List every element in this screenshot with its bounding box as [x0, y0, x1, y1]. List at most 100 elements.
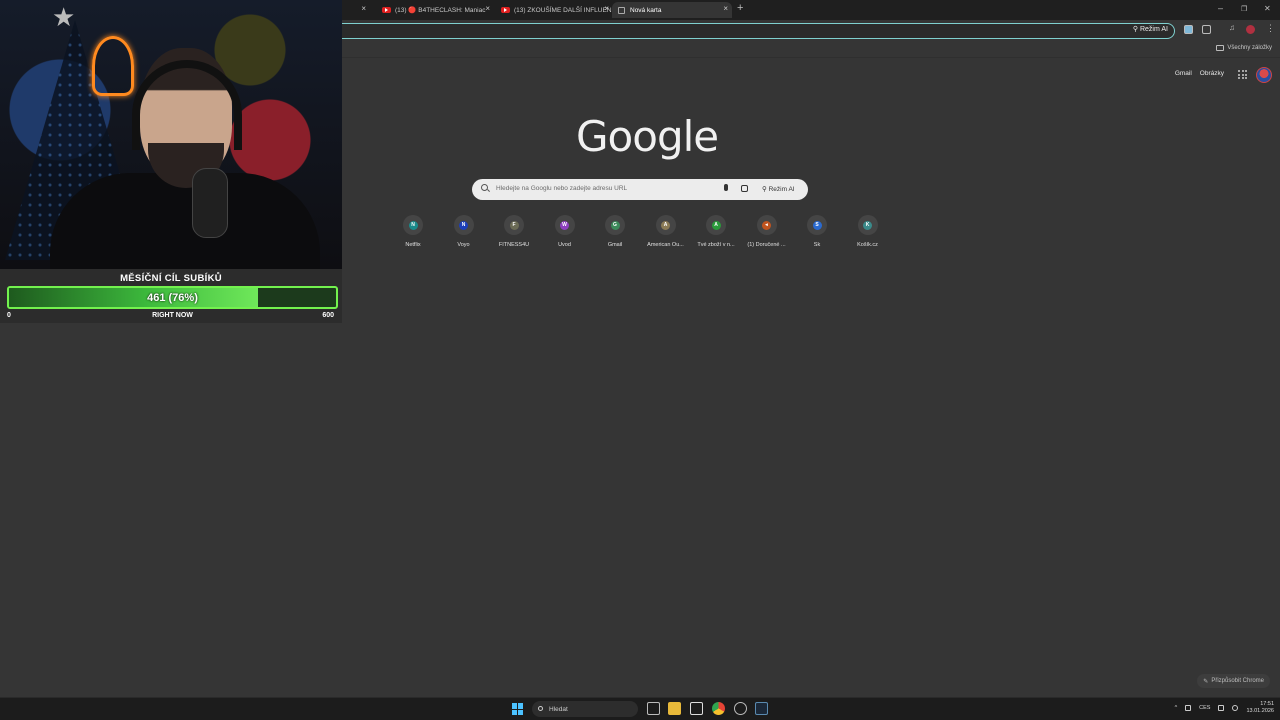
shortcut-label: Tvé zboží v n... [697, 242, 735, 248]
microphone-tray-icon[interactable] [1185, 705, 1192, 711]
shortcut-letter-icon: G [610, 220, 620, 230]
steam-icon[interactable] [755, 702, 768, 715]
taskbar-search[interactable]: Hledat [532, 701, 638, 717]
profile-avatar-icon[interactable] [1246, 25, 1255, 34]
new-tab-page-icon [618, 6, 625, 14]
close-icon[interactable]: × [723, 4, 728, 13]
folder-icon [1216, 45, 1225, 51]
shortcut-favicon: N [403, 215, 423, 235]
shortcut-tiles: N Netflix N Voyo F FITNESS4U W Úvod G Gmail A Ameri… [388, 215, 892, 255]
task-view-icon[interactable] [647, 702, 660, 715]
windows-start-icon[interactable] [512, 703, 524, 715]
shortcut-favicon: A [655, 215, 676, 235]
shortcut-letter-icon: ◂ [762, 220, 771, 230]
close-icon[interactable]: × [361, 4, 366, 13]
google-account-avatar[interactable] [1256, 67, 1272, 83]
address-bar[interactable]: ⚲ Režim AI [330, 23, 1175, 39]
extension-icon[interactable] [1184, 25, 1193, 34]
volume-icon[interactable] [1232, 705, 1239, 711]
shortcut-label: FITNESS4U [498, 242, 530, 248]
shortcut-letter-icon: N [408, 220, 418, 230]
shortcut-favicon: N [453, 215, 474, 235]
shortcut-label: Košík.cz [857, 242, 878, 248]
shortcut-tile[interactable]: K Košík.cz [843, 215, 893, 248]
goal-progress-bar: 461 (76%) [7, 286, 338, 309]
star-decoration-icon: ★ [52, 2, 76, 32]
clock-date: 13.01.2026 [1246, 708, 1274, 714]
gmail-link[interactable]: Gmail [1175, 70, 1192, 77]
shortcut-letter-icon: K [863, 220, 872, 230]
shortcut-favicon: K [857, 215, 878, 235]
close-window-button[interactable]: ✕ [1264, 4, 1271, 13]
shortcut-tile[interactable]: N Voyo [439, 215, 489, 248]
tab-new-tab[interactable]: Nová karta × [612, 2, 732, 18]
shortcut-favicon: S [807, 215, 827, 235]
shortcut-tile[interactable]: F FITNESS4U [489, 215, 539, 248]
shortcut-favicon: W [554, 215, 575, 235]
tab-title: (13) 🔴 B4THECLASH: Maniac [395, 7, 486, 14]
windows-taskbar: Hledat ^ CES 17:51 13.01.2026 [0, 697, 1280, 720]
shortcut-letter-icon: A [661, 220, 670, 230]
tray-overflow-icon[interactable]: ^ [1175, 705, 1178, 711]
clock[interactable]: 17:51 13.01.2026 [1246, 701, 1274, 715]
shortcut-favicon: ◂ [756, 215, 777, 235]
store-icon[interactable] [690, 702, 703, 715]
tab-partial[interactable]: × [344, 2, 370, 18]
close-icon[interactable]: × [485, 4, 490, 13]
close-icon[interactable]: × [604, 4, 609, 13]
ai-mode-label: Režim AI [1139, 25, 1168, 33]
shortcut-letter-icon: A [711, 220, 721, 230]
chrome-icon[interactable] [712, 702, 725, 715]
goal-max-label: 600 [322, 312, 334, 319]
tab-youtube-2[interactable]: (13) ZKOUŠÍME DALŠÍ INFLUEN × [495, 2, 613, 18]
microphone-icon[interactable] [724, 184, 728, 191]
google-lens-icon[interactable] [741, 185, 748, 192]
shortcut-tile[interactable]: A American Ou... [641, 215, 691, 248]
new-tab-button[interactable]: + [737, 2, 743, 14]
ai-mode-label: Režim AI [768, 186, 795, 193]
shortcut-tile[interactable]: A Tvé zboží v n... [691, 215, 741, 248]
maximize-button[interactable]: ❐ [1241, 5, 1247, 13]
settings-gear-icon[interactable] [734, 702, 747, 715]
all-bookmarks-label: Všechny záložky [1227, 45, 1272, 51]
google-apps-icon[interactable] [1238, 70, 1247, 79]
images-link[interactable]: Obrázky [1200, 70, 1224, 77]
shortcut-tile[interactable]: S Sk [792, 215, 842, 248]
tab-title: (13) ZKOUŠÍME DALŠÍ INFLUEN [514, 6, 612, 14]
media-controls-icon[interactable]: ♫ [1229, 23, 1238, 32]
streamer-image [40, 48, 320, 269]
extensions-puzzle-icon[interactable] [1202, 25, 1211, 34]
shortcut-label: Gmail [607, 242, 623, 248]
language-indicator[interactable]: CES [1199, 705, 1210, 711]
youtube-icon [382, 7, 391, 13]
shortcut-label: Voyo [457, 242, 470, 248]
shortcut-letter-icon: N [459, 220, 468, 230]
shortcut-label: American Ou... [647, 242, 684, 248]
minimize-button[interactable]: – [1218, 3, 1223, 13]
network-icon[interactable] [1218, 705, 1225, 711]
ai-mode-button[interactable]: ⚲ Režim AI [762, 185, 795, 193]
omnibox-ai-mode-button[interactable]: ⚲ Režim AI [1132, 25, 1168, 34]
shortcut-tile[interactable]: G Gmail [590, 215, 640, 248]
shortcut-favicon: A [706, 215, 726, 235]
goal-title: MĚSÍČNÍ CÍL SUBÍKŮ [120, 273, 222, 284]
shortcut-letter-icon: W [560, 220, 569, 230]
search-sparkle-icon: ⚲ [1132, 26, 1138, 33]
file-explorer-icon[interactable] [668, 702, 681, 715]
shortcut-label: Netflix [405, 242, 421, 248]
search-input[interactable]: Hledejte na Googlu nebo zadejte adresu U… [496, 185, 627, 192]
tab-youtube-1[interactable]: (13) 🔴 B4THECLASH: Maniac × [376, 2, 494, 18]
shortcut-tile[interactable]: ◂ (1) Doručené ... [742, 215, 792, 248]
tab-title: Nová karta [630, 6, 662, 14]
shortcut-tile[interactable]: W Úvod [540, 215, 590, 248]
customize-chrome-button[interactable]: ✎ Přizpůsobit Chrome [1197, 674, 1270, 688]
pencil-icon: ✎ [1203, 678, 1209, 685]
goal-now-label: RIGHT NOW [152, 312, 193, 319]
google-logo: Google [576, 112, 719, 161]
shortcut-tile[interactable]: N Netflix [388, 215, 438, 248]
menu-kebab-icon[interactable]: ⋮ [1266, 23, 1275, 33]
all-bookmarks-button[interactable]: Všechny záložky [1216, 45, 1272, 51]
youtube-icon [501, 7, 510, 13]
google-search-box[interactable]: Hledejte na Googlu nebo zadejte adresu U… [472, 179, 808, 200]
google-top-links: Gmail Obrázky [1175, 70, 1224, 77]
